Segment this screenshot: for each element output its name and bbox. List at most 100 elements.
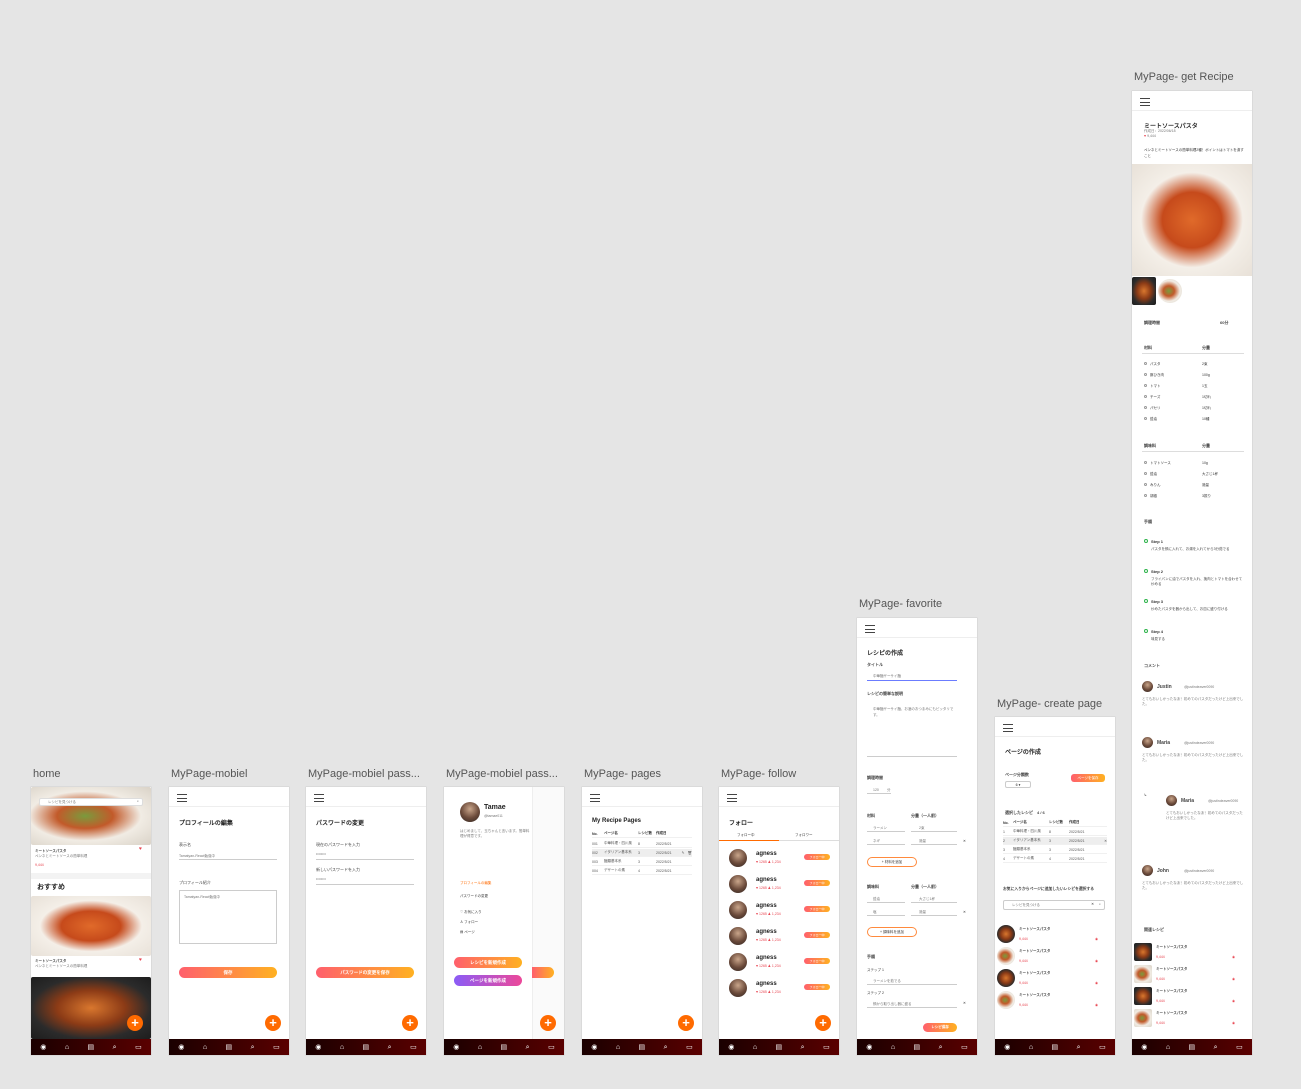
home-icon[interactable]: ⌂: [478, 1044, 482, 1051]
trash-icon[interactable]: 🗑: [688, 851, 692, 855]
seasoning-row[interactable]: みりん: [1144, 483, 1161, 488]
step2-field[interactable]: [867, 1002, 957, 1008]
desc-field[interactable]: [867, 756, 957, 757]
qty-field[interactable]: [911, 839, 957, 845]
seasoning-row[interactable]: 胡椒: [1144, 494, 1157, 499]
home-icon[interactable]: ⌂: [753, 1044, 757, 1051]
checkbox-icon[interactable]: [1144, 494, 1147, 497]
recipe-icon[interactable]: ▤: [363, 1044, 370, 1051]
commenter-avatar[interactable]: [1142, 737, 1153, 748]
checkbox-icon[interactable]: [1144, 483, 1147, 486]
add-fab-button[interactable]: +: [265, 1015, 281, 1031]
home-icon[interactable]: ⌂: [891, 1044, 895, 1051]
menu-page[interactable]: ▤ ページ: [460, 930, 475, 935]
search-icon[interactable]: ⌕: [939, 1044, 943, 1051]
home-icon[interactable]: ⌂: [340, 1044, 344, 1051]
hamburger-icon[interactable]: [1140, 98, 1150, 106]
hamburger-icon[interactable]: [314, 794, 324, 802]
checkbox-icon[interactable]: [1144, 395, 1147, 398]
user-icon[interactable]: ◉: [178, 1044, 184, 1051]
home-icon[interactable]: ⌂: [1166, 1044, 1170, 1051]
recipe-thumb[interactable]: [997, 925, 1015, 943]
checkbox-icon[interactable]: [1144, 417, 1147, 420]
user-icon[interactable]: ◉: [591, 1044, 597, 1051]
save-button[interactable]: 保存: [179, 967, 277, 978]
chat-icon[interactable]: ▭: [273, 1044, 280, 1051]
checkbox-icon[interactable]: [1144, 472, 1147, 475]
time-field[interactable]: [867, 788, 891, 794]
recipe-thumb[interactable]: [997, 947, 1015, 965]
follow-avatar[interactable]: [729, 901, 747, 919]
search-icon[interactable]: ⌕: [1214, 1044, 1218, 1051]
home-icon[interactable]: ⌂: [203, 1044, 207, 1051]
hamburger-icon[interactable]: [865, 625, 875, 633]
home-icon[interactable]: ⌂: [65, 1044, 69, 1051]
add-to-page-icon[interactable]: ◉: [1095, 959, 1098, 963]
step-check-icon[interactable]: [1144, 599, 1148, 603]
save-recipe-icon[interactable]: ◉: [1232, 1021, 1235, 1025]
following-button[interactable]: フォロー中: [804, 880, 830, 886]
ingredient-row[interactable]: パスタ: [1144, 362, 1161, 367]
seasoning-row[interactable]: トマトソース: [1144, 461, 1171, 466]
user-icon[interactable]: ◉: [315, 1044, 321, 1051]
commenter-avatar[interactable]: [1142, 865, 1153, 876]
name-field[interactable]: [179, 854, 277, 860]
user-icon[interactable]: ◉: [40, 1044, 46, 1051]
bio-textarea[interactable]: Tamatyan-React勉強中: [179, 890, 277, 944]
table-row[interactable]: 004 デザートの素 4 2022/5/21: [592, 867, 692, 875]
following-button[interactable]: フォロー中: [804, 906, 830, 912]
user-icon[interactable]: ◉: [728, 1044, 734, 1051]
hamburger-icon[interactable]: [727, 794, 737, 802]
follow-avatar[interactable]: [729, 927, 747, 945]
checkbox-icon[interactable]: [1144, 362, 1147, 365]
recipe-icon[interactable]: ▤: [88, 1044, 95, 1051]
chat-icon[interactable]: ▭: [1236, 1044, 1243, 1051]
hamburger-icon[interactable]: [177, 794, 187, 802]
search-icon[interactable]: ⌕: [113, 1044, 117, 1051]
chat-icon[interactable]: ▭: [961, 1044, 968, 1051]
search-icon[interactable]: ⌕: [801, 1044, 805, 1051]
ingredient-field[interactable]: [867, 839, 905, 845]
seasoning-field[interactable]: [867, 897, 905, 903]
follow-avatar[interactable]: [729, 875, 747, 893]
home-icon[interactable]: ⌂: [616, 1044, 620, 1051]
ingredient-row[interactable]: 醤油: [1144, 417, 1157, 422]
recipe-icon[interactable]: ▤: [639, 1044, 646, 1051]
chat-icon[interactable]: ▭: [823, 1044, 830, 1051]
add-to-page-icon[interactable]: ◉: [1095, 981, 1098, 985]
save-recipe-icon[interactable]: ◉: [1232, 977, 1235, 981]
follow-avatar[interactable]: [729, 953, 747, 971]
user-icon[interactable]: ◉: [866, 1044, 872, 1051]
qty-field[interactable]: [911, 826, 957, 832]
add-to-page-icon[interactable]: ◉: [1095, 937, 1098, 941]
hamburger-icon[interactable]: [1003, 724, 1013, 732]
new-password-field[interactable]: [316, 879, 414, 885]
ingredient-row[interactable]: 豚ひき肉: [1144, 373, 1164, 378]
recipe-search-input[interactable]: レシピを見つける ✕ ⌕: [1003, 900, 1105, 910]
current-password-field[interactable]: [316, 854, 414, 860]
following-button[interactable]: フォロー中: [804, 932, 830, 938]
recipe-icon[interactable]: ▤: [776, 1044, 783, 1051]
seasoning-qty-field[interactable]: [911, 897, 957, 903]
search-icon[interactable]: ⌕: [1077, 1044, 1081, 1051]
add-ingredient-button[interactable]: + 材料を追加: [867, 857, 917, 867]
menu-favorite[interactable]: ♡ お気に入り: [460, 910, 482, 915]
favorite-heart-icon[interactable]: ♥: [139, 847, 142, 852]
thumb-image-1[interactable]: [1132, 277, 1156, 305]
search-icon[interactable]: ⌕: [1099, 902, 1101, 906]
following-button[interactable]: フォロー中: [804, 958, 830, 964]
add-fab-button[interactable]: +: [127, 1015, 143, 1031]
user-icon[interactable]: ◉: [1141, 1044, 1147, 1051]
close-icon[interactable]: ✕: [963, 839, 966, 843]
add-to-page-icon[interactable]: ◉: [1095, 1003, 1098, 1007]
clear-icon[interactable]: ✕: [1091, 902, 1094, 906]
checkbox-icon[interactable]: [1144, 406, 1147, 409]
save-recipe-icon[interactable]: ◉: [1232, 999, 1235, 1003]
save-recipe-button[interactable]: レシピ保存: [923, 1023, 957, 1032]
ingredient-row[interactable]: トマト: [1144, 384, 1161, 389]
step-check-icon[interactable]: [1144, 569, 1148, 573]
step-check-icon[interactable]: [1144, 539, 1148, 543]
checkbox-icon[interactable]: [1144, 461, 1147, 464]
recipe-icon[interactable]: ▤: [226, 1044, 233, 1051]
add-fab-button[interactable]: +: [815, 1015, 831, 1031]
